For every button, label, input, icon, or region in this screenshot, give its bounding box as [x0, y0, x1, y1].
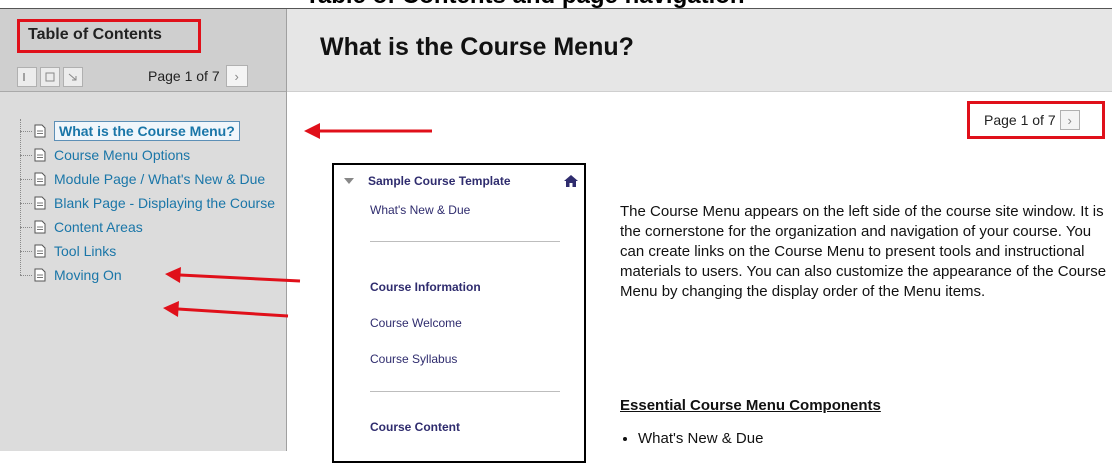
content-pager-label: Page 1 of 7 — [984, 112, 1056, 128]
page-icon — [34, 244, 46, 258]
main-content: Page 1 of 7 › Sample Course Template Wha… — [287, 92, 1112, 463]
top-caption-strip: Table of Contents and page navigation — [0, 0, 1112, 8]
chevron-right-icon[interactable]: › — [225, 65, 248, 87]
content-pager: Page 1 of 7 › — [967, 101, 1105, 139]
expand-icon[interactable] — [63, 67, 83, 87]
top-caption: Table of Contents and page navigation — [305, 0, 745, 8]
collapse-icon[interactable] — [17, 67, 37, 87]
toc-controls — [17, 65, 109, 89]
toc-header: Table of Contents Page 1 of 7 › — [0, 9, 286, 92]
toc-item-label: Blank Page - Displaying the Course — [54, 195, 276, 211]
toc-list: What is the Course Menu? Course Menu Opt… — [0, 119, 286, 287]
component-list: What's New & Due — [620, 430, 763, 447]
course-menu-item[interactable]: Course Welcome — [370, 316, 462, 330]
page-icon — [34, 148, 46, 162]
collapse-triangle-icon[interactable] — [344, 178, 354, 184]
tree-branch — [20, 250, 32, 252]
course-menu-header: Sample Course Template — [344, 174, 579, 188]
page-icon — [34, 220, 46, 234]
toc-item-what-is-course-menu[interactable]: What is the Course Menu? — [0, 119, 286, 143]
toc-pager-label: Page 1 of 7 — [148, 68, 220, 84]
tree-branch — [20, 202, 32, 204]
main-header: What is the Course Menu? — [287, 9, 1112, 92]
page-icon — [34, 124, 46, 138]
home-icon[interactable] — [563, 174, 579, 188]
toc-pager: Page 1 of 7 › — [148, 65, 248, 87]
tree-branch — [20, 178, 32, 180]
window-icon[interactable] — [40, 67, 60, 87]
course-menu-item[interactable]: What's New & Due — [370, 203, 470, 217]
page-icon — [34, 172, 46, 186]
toc-item-content-areas[interactable]: Content Areas — [0, 215, 286, 239]
page-icon — [34, 268, 46, 282]
page-title: What is the Course Menu? — [320, 33, 634, 61]
toc-item-blank-page[interactable]: Blank Page - Displaying the Course — [0, 191, 286, 215]
course-menu-sample: Sample Course Template What's New & Due … — [332, 163, 586, 463]
chevron-right-icon[interactable]: › — [1059, 110, 1080, 130]
toc-item-tool-links[interactable]: Tool Links — [0, 239, 286, 263]
toc-item-module-page[interactable]: Module Page / What's New & Due — [0, 167, 286, 191]
course-menu-divider — [370, 391, 560, 392]
toc-item-label: Tool Links — [54, 243, 117, 259]
course-menu-title: Sample Course Template — [368, 174, 511, 188]
toc-pane: Table of Contents Page 1 of 7 › What is … — [0, 9, 287, 451]
toc-item-course-menu-options[interactable]: Course Menu Options — [0, 143, 286, 167]
list-item: What's New & Due — [638, 430, 763, 447]
toc-item-moving-on[interactable]: Moving On — [0, 263, 286, 287]
toc-item-label: Content Areas — [54, 219, 143, 235]
tree-branch — [20, 130, 32, 132]
toc-item-label: Module Page / What's New & Due — [54, 171, 266, 187]
tree-branch — [20, 274, 32, 276]
course-menu-item[interactable]: Course Syllabus — [370, 352, 457, 366]
section-heading: Essential Course Menu Components — [620, 397, 881, 414]
page-icon — [34, 196, 46, 210]
toc-title: Table of Contents — [17, 19, 201, 53]
tree-branch — [20, 154, 32, 156]
intro-paragraph: The Course Menu appears on the left side… — [620, 203, 1107, 300]
tree-branch — [20, 226, 32, 228]
course-menu-heading[interactable]: Course Content — [370, 420, 460, 434]
course-menu-heading[interactable]: Course Information — [370, 280, 481, 294]
toc-item-label: What is the Course Menu? — [54, 121, 240, 141]
toc-item-label: Course Menu Options — [54, 147, 191, 163]
course-menu-divider — [370, 241, 560, 242]
toc-item-label: Moving On — [54, 267, 122, 283]
